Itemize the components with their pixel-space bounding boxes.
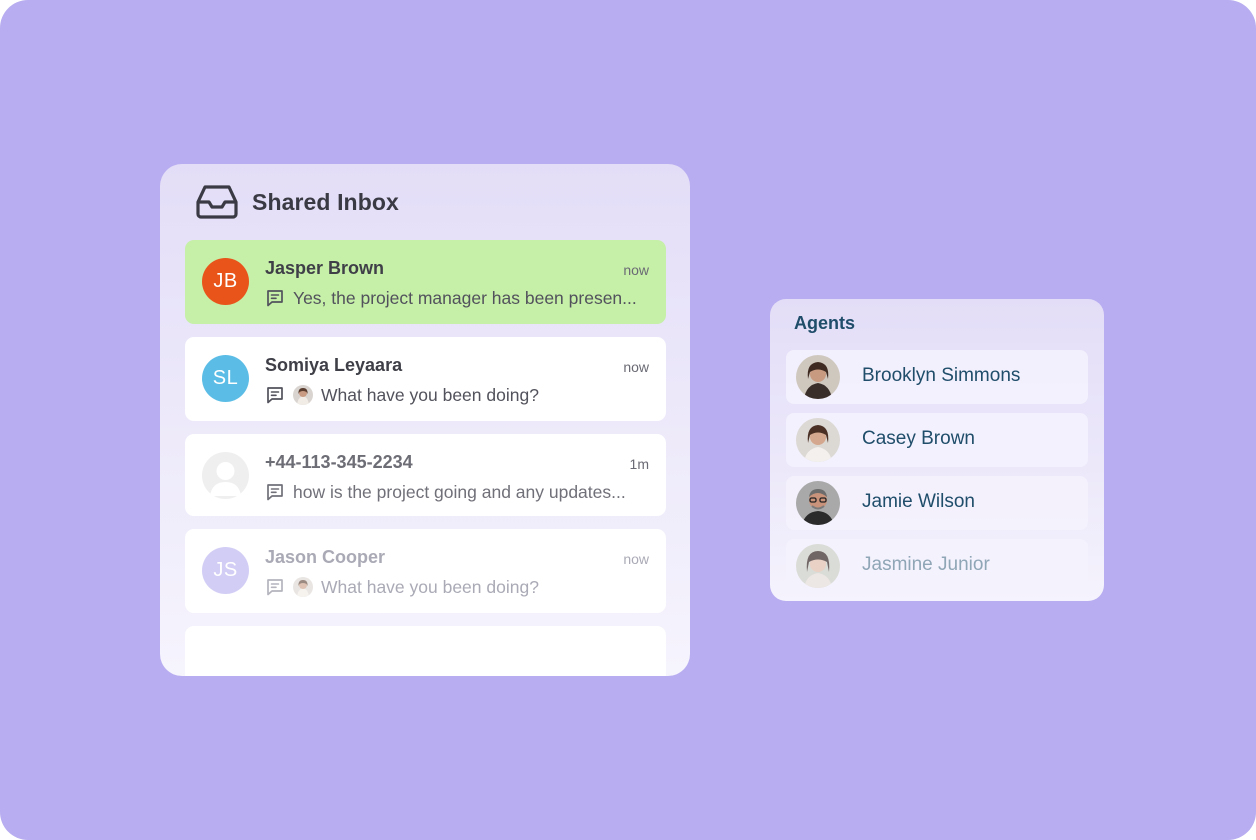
agent-name: Casey Brown	[862, 428, 975, 449]
agents-title: Agents	[794, 313, 856, 333]
message-row-phone-number[interactable]: +44-113-345-2234 1m how is the project g…	[185, 434, 666, 516]
sender-name: Somiya Leyaara	[265, 355, 403, 375]
agent-photo	[796, 418, 840, 462]
shared-inbox-panel: Shared Inbox JB Jasper Brown now Yes, th…	[160, 164, 690, 676]
sender-name: Jason Cooper	[265, 547, 386, 567]
chat-bubble-icon	[265, 482, 285, 502]
chat-bubble-icon	[265, 577, 285, 597]
agent-name: Jamie Wilson	[862, 491, 975, 512]
agent-item-brooklyn-simmons[interactable]: Brooklyn Simmons	[786, 350, 1088, 404]
agent-item-jamie-wilson[interactable]: Jamie Wilson	[786, 476, 1088, 530]
avatar: SL	[202, 355, 249, 402]
avatar: JS	[202, 547, 249, 594]
message-row-empty	[185, 626, 666, 676]
sender-name: +44-113-345-2234	[265, 452, 413, 472]
message-time: now	[623, 262, 649, 278]
agent-photo	[796, 481, 840, 525]
chat-bubble-icon	[265, 385, 285, 405]
sender-name: Jasper Brown	[265, 258, 385, 278]
agent-item-casey-brown[interactable]: Casey Brown	[786, 413, 1088, 467]
avatar-initials: SL	[212, 367, 239, 389]
message-preview: What have you been doing?	[321, 384, 539, 405]
agent-photo	[796, 544, 840, 588]
avatar-initials: JB	[213, 270, 238, 292]
message-row-jason-cooper[interactable]: JS Jason Cooper now What have you been d…	[185, 529, 666, 613]
inbox-header: Shared Inbox	[196, 184, 399, 220]
message-row-somiya-leyaara[interactable]: SL Somiya Leyaara now What have you been…	[185, 337, 666, 421]
message-preview: Yes, the project manager has been presen…	[293, 287, 637, 308]
message-time: now	[623, 359, 649, 375]
avatar: JB	[202, 258, 249, 305]
agent-name: Jasmine Junior	[862, 554, 990, 575]
inbox-title: Shared Inbox	[252, 188, 399, 215]
message-preview: What have you been doing?	[321, 576, 539, 597]
message-preview: how is the project going and any updates…	[293, 481, 626, 502]
agent-photo	[796, 355, 840, 399]
inbox-tray-icon	[196, 184, 238, 220]
avatar-initials: JS	[213, 559, 238, 581]
agent-name: Brooklyn Simmons	[862, 365, 1021, 386]
chat-bubble-icon	[265, 288, 285, 308]
agents-panel: Agents Brooklyn Simmons Casey Brown Jami…	[770, 299, 1104, 601]
avatar-placeholder-icon	[202, 452, 249, 499]
background-canvas: Shared Inbox JB Jasper Brown now Yes, th…	[0, 0, 1256, 840]
message-row-jasper-brown[interactable]: JB Jasper Brown now Yes, the project man…	[185, 240, 666, 324]
agent-item-jasmine-junior[interactable]: Jasmine Junior	[786, 539, 1088, 593]
message-time: now	[623, 551, 649, 567]
agent-mini-avatar	[293, 385, 313, 405]
message-time: 1m	[629, 456, 649, 472]
agent-mini-avatar	[293, 577, 313, 597]
